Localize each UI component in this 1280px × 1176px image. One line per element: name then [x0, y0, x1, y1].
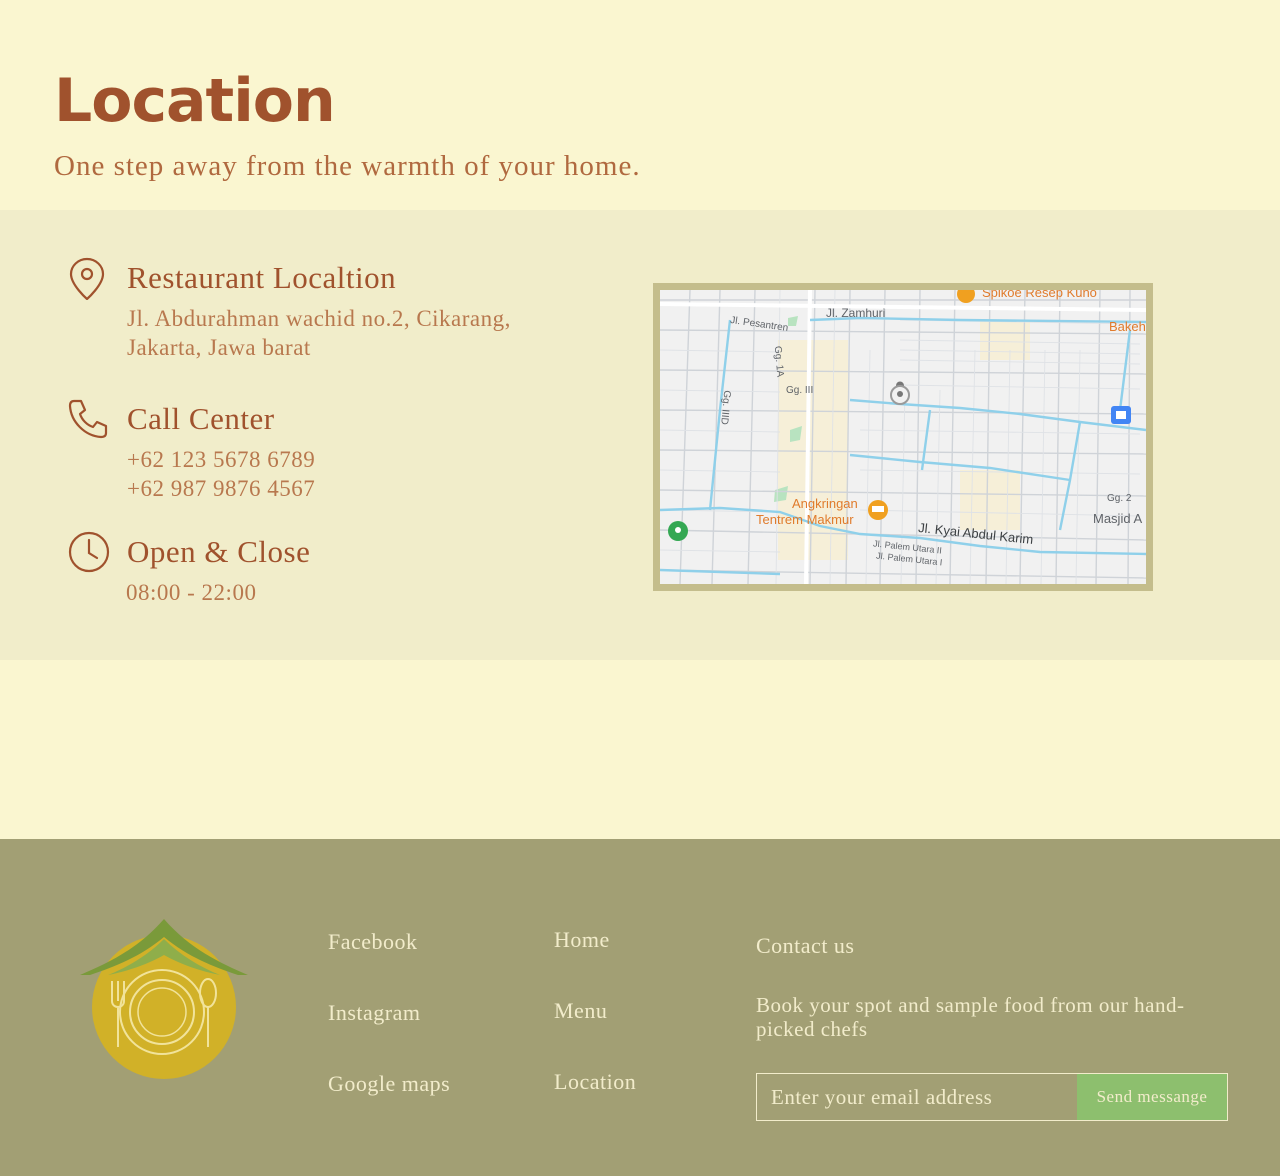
- map-label-gg2: Gg. 2: [1107, 493, 1132, 504]
- map-label-bakeh: Bakeh: [1109, 319, 1146, 334]
- page-title: Location: [54, 66, 336, 136]
- contact-description: Book your spot and sample food from our …: [756, 993, 1185, 1041]
- map-label-gg3: Gg. III: [786, 385, 814, 396]
- email-input[interactable]: [757, 1074, 1077, 1120]
- site-footer: Facebook Instagram Google maps Home Menu…: [0, 839, 1280, 1176]
- phone-number-2[interactable]: +62 987 9876 4567: [127, 476, 315, 502]
- footer-nav-location[interactable]: Location: [554, 1069, 636, 1095]
- map-label-masjid: Masjid A: [1093, 511, 1143, 526]
- map-label-zamhuri: Jl. Zamhuri: [826, 306, 886, 320]
- map-label-angkringan-1: Angkringan: [792, 496, 858, 511]
- opening-hours-value: 08:00 - 22:00: [126, 580, 257, 605]
- map-embed[interactable]: Spikoe Resep Kuno Bakeh Jl. Zamhuri Jl. …: [660, 290, 1146, 584]
- map-label-angkringan-2: Tentrem Makmur: [756, 512, 854, 527]
- footer-nav-menu[interactable]: Menu: [554, 998, 607, 1024]
- footer-nav-home[interactable]: Home: [554, 927, 610, 953]
- send-message-button[interactable]: Send messange: [1077, 1074, 1227, 1120]
- footer-link-instagram[interactable]: Instagram: [328, 1000, 420, 1026]
- hero-section: Location One step away from the warmth o…: [0, 0, 1280, 210]
- restaurant-logo: [80, 919, 248, 1079]
- map-label-spikoe: Spikoe Resep Kuno: [982, 290, 1097, 300]
- address-line-2: Jakarta, Jawa barat: [127, 335, 311, 360]
- phone-number-1[interactable]: +62 123 5678 6789: [127, 447, 315, 473]
- call-center-title: Call Center: [127, 401, 275, 436]
- subscribe-form: Send messange: [756, 1073, 1228, 1121]
- map-frame: Spikoe Resep Kuno Bakeh Jl. Zamhuri Jl. …: [653, 283, 1153, 591]
- footer-link-google-maps[interactable]: Google maps: [328, 1071, 450, 1097]
- page-subtitle: One step away from the warmth of your ho…: [54, 150, 641, 182]
- footer-link-facebook[interactable]: Facebook: [328, 929, 418, 955]
- map-pin-icon: [69, 257, 105, 300]
- clock-icon: [68, 531, 110, 573]
- opening-hours-title: Open & Close: [127, 534, 311, 569]
- map-streets: [660, 290, 1146, 584]
- address-line-1: Jl. Abdurahman wachid no.2, Cikarang,: [127, 306, 511, 331]
- restaurant-location-title: Restaurant Localtion: [127, 260, 397, 295]
- info-section: Restaurant Localtion Jl. Abdurahman wach…: [0, 210, 1280, 660]
- contact-title: Contact us: [756, 933, 855, 958]
- phone-icon: [68, 399, 108, 439]
